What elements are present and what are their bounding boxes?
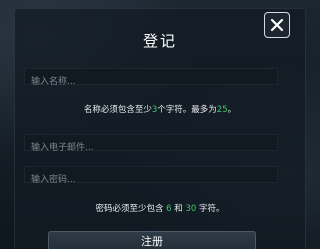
email-field[interactable] [24,134,278,156]
password-hint-text-2: 和 [171,204,186,214]
password-hint-text-3: 字符。 [196,204,225,214]
name-hint-max: 25 [216,105,228,115]
password-hint-text-1: 密码必须至少包含 [95,204,167,214]
close-icon [270,18,284,32]
register-button[interactable]: 注册 [48,231,256,249]
name-input[interactable] [25,74,277,90]
name-hint-text-3: 。 [227,105,237,115]
email-input[interactable] [25,140,277,156]
name-hint-text-1: 名称必须包含至少 [83,105,152,115]
registration-screen: 登记 名称必须包含至少3个字符。最多为25。 密码必须至少包含 6 和 30 字… [0,0,320,249]
password-hint-max: 30 [185,204,197,214]
name-requirement-hint: 名称必须包含至少3个字符。最多为25。 [0,103,320,115]
password-requirement-hint: 密码必须至少包含 6 和 30 字符。 [0,202,320,214]
close-button[interactable] [264,12,290,38]
password-input[interactable] [25,172,277,188]
password-field[interactable] [24,166,278,188]
name-hint-text-2: 个字符。最多为 [157,105,217,115]
name-field[interactable] [24,68,278,90]
